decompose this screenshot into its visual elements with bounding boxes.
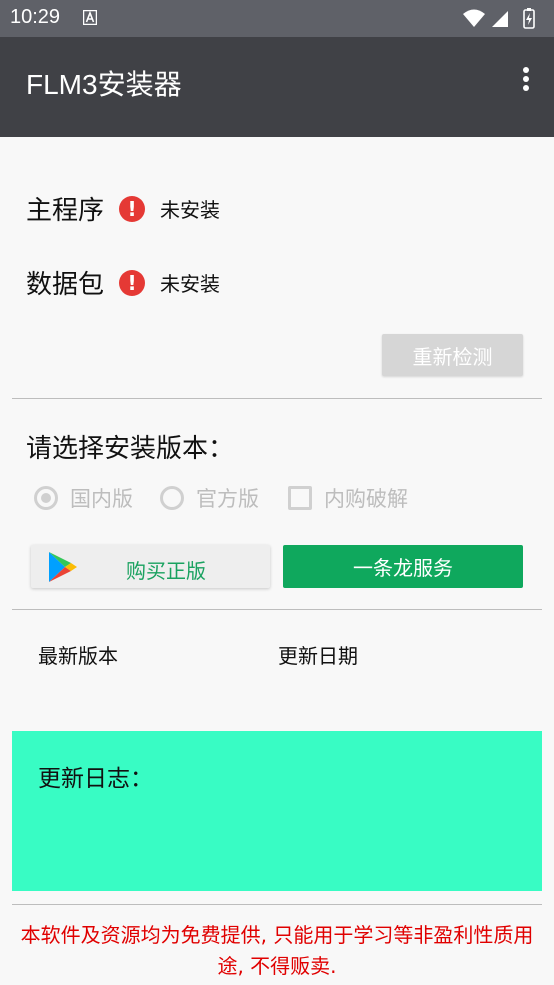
main-program-status: 未安装 <box>160 198 221 222</box>
alert-icon: ! <box>119 195 146 222</box>
buy-genuine-button[interactable]: 购买正版 <box>31 545 270 588</box>
notification-a-icon <box>83 10 97 25</box>
wifi-icon <box>463 9 485 27</box>
radio-checked-icon[interactable] <box>34 486 58 510</box>
update-date-label: 更新日期 <box>278 644 358 668</box>
status-bar: 10:29 <box>0 0 554 37</box>
divider <box>12 398 542 399</box>
one-stop-service-button[interactable]: 一条龙服务 <box>283 545 523 588</box>
status-icons <box>463 8 535 29</box>
status-time: 10:29 <box>10 6 61 28</box>
main-program-label: 主程序 <box>26 196 105 226</box>
more-vert-icon[interactable] <box>520 67 532 97</box>
recheck-button[interactable]: 重新检测 <box>382 334 523 376</box>
disclaimer-text: 本软件及资源均为免费提供, 只能用于学习等非盈利性质用途, 不得贩卖. <box>20 923 534 978</box>
changelog-title: 更新日志： <box>38 766 153 792</box>
signal-icon <box>492 11 508 27</box>
checkbox-icon[interactable] <box>288 486 312 510</box>
radio-unchecked-icon[interactable] <box>160 486 184 510</box>
google-play-icon <box>49 552 77 582</box>
battery-icon <box>523 8 535 29</box>
alert-icon: ! <box>119 269 146 296</box>
checkbox-iap-crack-label: 内购破解 <box>324 487 408 511</box>
app-bar: FLM3安装器 <box>0 37 554 137</box>
radio-domestic[interactable]: 国内版 <box>34 483 133 513</box>
radio-official[interactable]: 官方版 <box>160 483 259 513</box>
radio-domestic-label: 国内版 <box>70 487 133 511</box>
data-package-row: 数据包 ! 未安装 <box>26 264 220 301</box>
main-program-row: 主程序 ! 未安装 <box>26 190 220 227</box>
changelog-panel: 更新日志： <box>12 731 542 891</box>
radio-official-label: 官方版 <box>196 487 259 511</box>
latest-version-label: 最新版本 <box>38 644 118 668</box>
app-title: FLM3安装器 <box>26 69 182 100</box>
version-select-prompt: 请选择安装版本： <box>26 434 235 464</box>
divider <box>12 904 542 905</box>
checkbox-iap-crack[interactable]: 内购破解 <box>288 483 408 513</box>
data-package-status: 未安装 <box>160 272 221 296</box>
data-package-label: 数据包 <box>26 270 105 300</box>
divider <box>12 609 542 610</box>
buy-genuine-label: 购买正版 <box>126 559 206 583</box>
